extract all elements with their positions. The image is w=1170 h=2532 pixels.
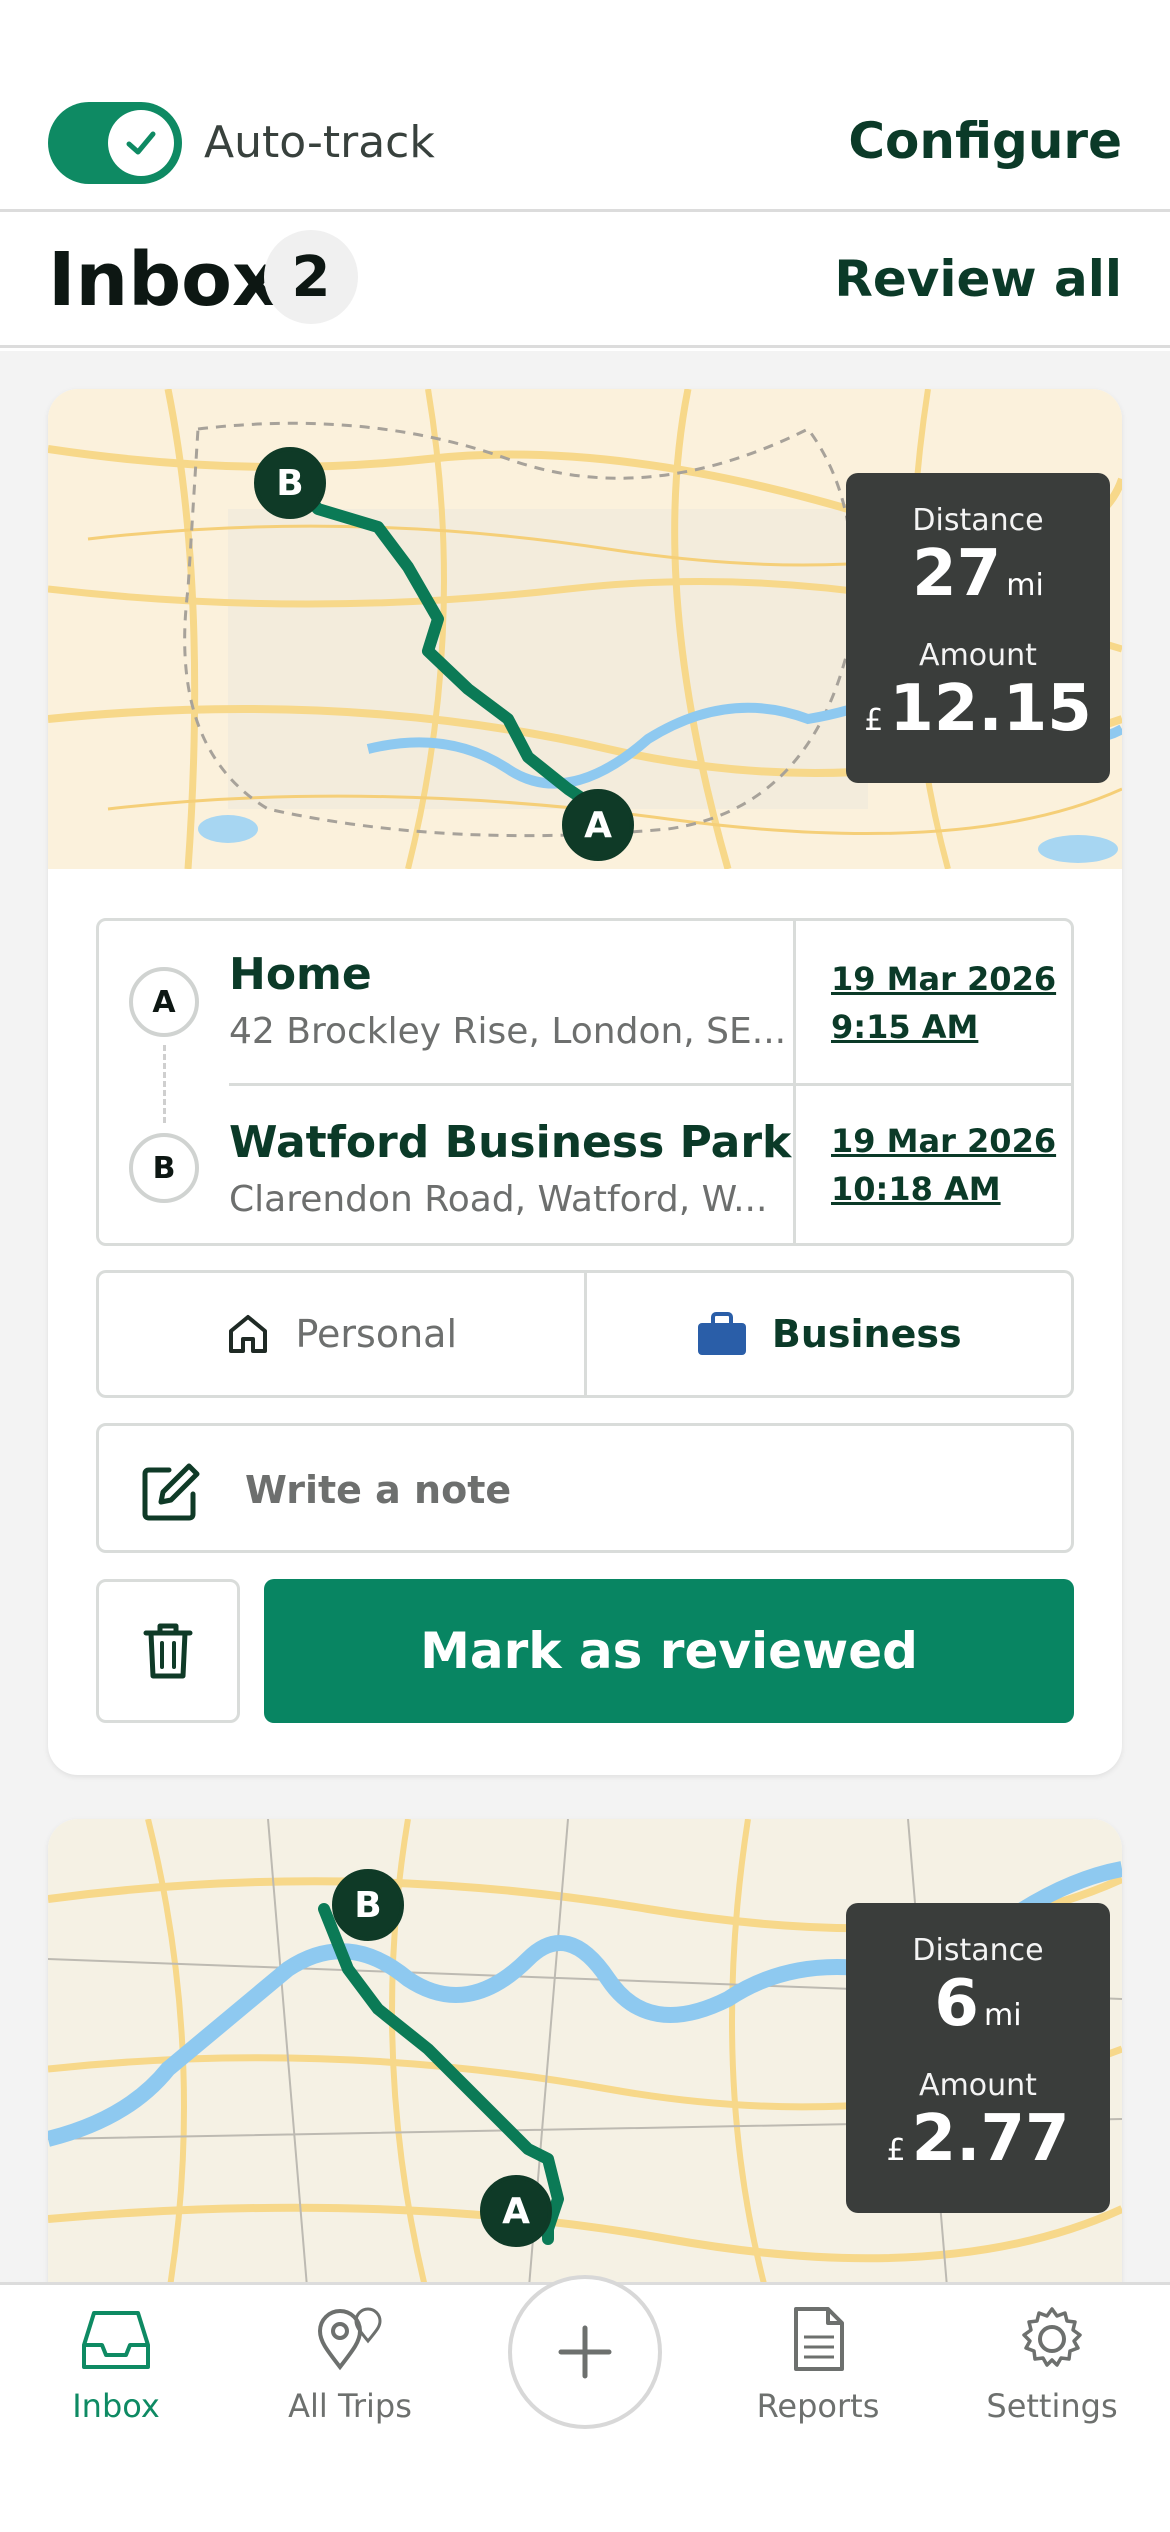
distance-unit: mi xyxy=(1006,568,1044,603)
add-trip-button[interactable] xyxy=(508,2275,662,2429)
amount-value: 2.77 xyxy=(911,2102,1070,2176)
edit-note-icon xyxy=(142,1463,200,1521)
trip-list: A B Distance 27 mi Amount £12.15 A B Hom… xyxy=(0,351,1170,2282)
trip-map[interactable]: A B Distance 27 mi Amount £12.15 xyxy=(48,389,1122,869)
inbox-count-badge: 2 xyxy=(264,230,358,324)
distance-unit: mi xyxy=(984,1998,1022,2033)
plus-icon xyxy=(558,2325,612,2379)
trash-icon xyxy=(143,1623,193,1679)
route-connector xyxy=(163,1045,166,1123)
end-marker: B xyxy=(129,1133,199,1203)
trip-map[interactable]: A B Distance 6 mi Amount £2.77 xyxy=(48,1819,1122,2282)
end-date: 19 Mar 2026 xyxy=(831,1122,1057,1160)
start-time: 9:15 AM xyxy=(831,1008,979,1046)
start-date: 19 Mar 2026 xyxy=(831,960,1057,998)
page-title: Inbox xyxy=(48,237,280,323)
nav-reports[interactable]: Reports xyxy=(718,2305,918,2425)
business-option[interactable]: Business xyxy=(587,1273,1072,1395)
map-pin-start: A xyxy=(562,789,634,861)
nav-all-trips-label: All Trips xyxy=(288,2387,412,2425)
nav-settings-label: Settings xyxy=(986,2387,1118,2425)
divider xyxy=(793,921,796,1243)
document-icon xyxy=(794,2307,844,2371)
currency-symbol: £ xyxy=(886,2133,906,2168)
end-time: 10:18 AM xyxy=(831,1170,1001,1208)
note-field[interactable]: Write a note xyxy=(96,1423,1074,1553)
map-pin-start: A xyxy=(480,2175,552,2247)
trip-card: A B Distance 6 mi Amount £2.77 xyxy=(48,1819,1122,2282)
map-pin-end: B xyxy=(332,1869,404,1941)
distance-label: Distance xyxy=(912,1933,1044,1968)
bottom-nav: Inbox All Trips Reports Settings xyxy=(0,2275,1170,2532)
nav-settings[interactable]: Settings xyxy=(952,2305,1152,2425)
autotrack-label: Auto-track xyxy=(204,117,435,168)
review-all-link[interactable]: Review all xyxy=(834,250,1122,308)
start-place-name: Home xyxy=(229,949,372,1000)
currency-symbol: £ xyxy=(864,703,884,738)
end-place-name: Watford Business Park xyxy=(229,1117,792,1168)
trip-stats-overlay: Distance 27 mi Amount £12.15 xyxy=(846,473,1110,783)
gear-icon xyxy=(1022,2307,1082,2367)
mark-as-reviewed-button[interactable]: Mark as reviewed xyxy=(264,1579,1074,1723)
business-label: Business xyxy=(771,1312,962,1356)
distance-value: 6 xyxy=(934,1967,979,2041)
distance-value: 27 xyxy=(912,537,1002,611)
trip-stats-overlay: Distance 6 mi Amount £2.77 xyxy=(846,1903,1110,2213)
trip-card: A B Distance 27 mi Amount £12.15 A B Hom… xyxy=(48,389,1122,1775)
note-placeholder: Write a note xyxy=(245,1468,512,1512)
home-icon xyxy=(229,1315,268,1353)
start-place-address: 42 Brockley Rise, London, SE... xyxy=(229,1011,787,1052)
top-bar: Auto-track Configure xyxy=(0,0,1170,212)
end-datetime[interactable]: 19 Mar 2026 10:18 AM xyxy=(831,1117,1056,1213)
personal-option[interactable]: Personal xyxy=(99,1273,587,1395)
personal-label: Personal xyxy=(295,1312,458,1356)
nav-inbox-label: Inbox xyxy=(72,2387,160,2425)
start-marker: A xyxy=(129,967,199,1037)
trip-purpose-selector: Personal Business xyxy=(96,1270,1074,1398)
autotrack-toggle[interactable] xyxy=(48,102,182,184)
briefcase-icon xyxy=(697,1312,746,1355)
amount-label: Amount xyxy=(919,2068,1037,2103)
start-datetime[interactable]: 19 Mar 2026 9:15 AM xyxy=(831,955,1056,1051)
map-pins-icon xyxy=(317,2307,382,2371)
configure-link[interactable]: Configure xyxy=(848,112,1122,170)
nav-reports-label: Reports xyxy=(756,2387,880,2425)
inbox-icon xyxy=(82,2311,150,2369)
distance-label: Distance xyxy=(912,503,1044,538)
amount-value: 12.15 xyxy=(889,672,1092,746)
nav-all-trips[interactable]: All Trips xyxy=(250,2305,450,2425)
checkmark-icon xyxy=(126,131,156,155)
end-place-address: Clarendon Road, Watford, W... xyxy=(229,1179,768,1220)
nav-inbox[interactable]: Inbox xyxy=(16,2305,216,2425)
route-details: A B Home 42 Brockley Rise, London, SE...… xyxy=(96,918,1074,1246)
delete-trip-button[interactable] xyxy=(96,1579,240,1723)
toggle-knob xyxy=(108,110,174,176)
amount-label: Amount xyxy=(919,638,1037,673)
map-pin-end: B xyxy=(254,447,326,519)
divider xyxy=(229,1083,1074,1086)
